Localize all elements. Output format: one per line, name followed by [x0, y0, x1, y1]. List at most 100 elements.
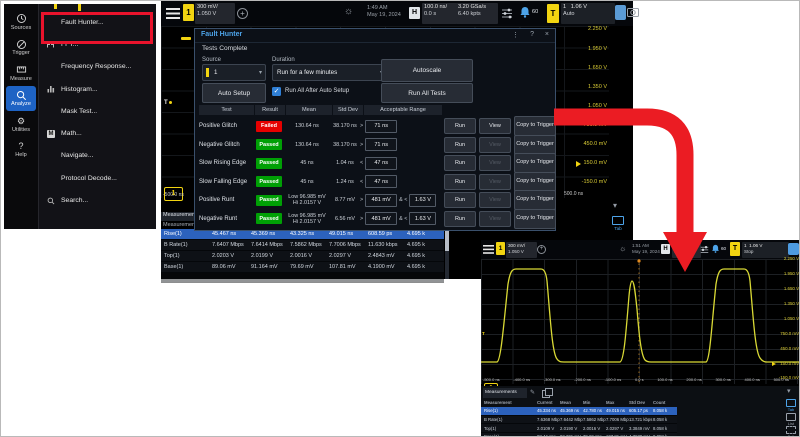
table-row[interactable]: Base(1)98.44 mV92.201 mV79.69 mV107.81 m… — [481, 433, 677, 437]
horizontal-settings[interactable]: 100.0 ns/0.0 s — [672, 242, 701, 258]
touchscreen-icon[interactable] — [615, 5, 626, 20]
measurement-column-header: Measurement — [163, 222, 194, 228]
view-button[interactable]: View — [479, 155, 511, 171]
autoscale-button[interactable]: Autoscale — [381, 59, 473, 82]
horizontal-settings[interactable]: 100.0 ns/0.0 s — [422, 3, 457, 24]
view-button[interactable]: View — [479, 192, 511, 208]
run-button[interactable]: Run — [444, 211, 476, 227]
table-scrollbar[interactable] — [445, 229, 449, 279]
menu-item-histogram[interactable]: Histogram... — [39, 78, 156, 100]
run-button[interactable]: Run — [444, 174, 476, 190]
menu-item-frequency-response[interactable]: Frequency Response... — [39, 56, 156, 78]
menu-item-mask-test[interactable]: Mask Test... — [39, 100, 156, 122]
run-button[interactable]: Run — [444, 137, 476, 153]
camera-icon[interactable] — [627, 7, 639, 17]
copy-to-trigger-button[interactable]: Copy to Trigger — [514, 135, 556, 155]
trigger-settings[interactable]: 1 1.06 VAuto — [561, 3, 615, 24]
channel-1-settings[interactable]: 300 mV/1.050 V — [195, 3, 235, 24]
range-value-input[interactable]: 1.63 V — [409, 212, 436, 225]
hamburger-menu-icon[interactable] — [166, 8, 180, 19]
copy-to-trigger-button[interactable]: Copy to Trigger — [514, 209, 556, 229]
tab-view-button[interactable]: Tab — [782, 399, 800, 412]
horizontal-badge[interactable]: H — [409, 7, 420, 19]
run-all-checkbox[interactable]: ✓ — [272, 87, 281, 96]
sliders-icon[interactable] — [501, 7, 513, 19]
pencil-icon[interactable]: ✎ — [530, 389, 535, 396]
dialog-title: Fault Hunter — [201, 31, 242, 38]
menu-item-protocol-decode[interactable]: Protocol Decode... — [39, 167, 156, 189]
add-channel-icon[interactable]: + — [537, 245, 546, 254]
full-view-button[interactable]: Full — [782, 426, 800, 437]
range-value-input[interactable]: 71 ns — [365, 138, 397, 151]
table-row[interactable]: B Rate(1)7.6368 Mbps7.6442 Mbps7.5862 Mb… — [481, 416, 677, 425]
scale-label: 450.0 mV — [763, 346, 799, 351]
sidebar-item-trigger[interactable]: Trigger — [6, 35, 36, 61]
sidebar-item-sources[interactable]: Sources — [6, 9, 36, 35]
dialog-help-icon[interactable]: ? — [530, 31, 534, 38]
sidebar-item-help[interactable]: ? Help — [6, 137, 36, 163]
range-value-input[interactable]: 71 ns — [365, 120, 397, 133]
view-button[interactable]: View — [479, 118, 511, 134]
more-options-icon[interactable]: ⋮ — [512, 31, 519, 39]
run-button[interactable]: Run — [444, 155, 476, 171]
source-select[interactable]: 1 ▾ — [202, 64, 266, 81]
view-button[interactable]: View — [479, 174, 511, 190]
measurements-tab[interactable]: Measurements — [483, 388, 527, 398]
table-row[interactable]: Top(1)2.0203 V2.0199 V2.0016 V2.0297 V2.… — [161, 251, 444, 262]
table-row[interactable]: Top(1)2.0109 V2.0190 V2.0016 V2.0297 V3.… — [481, 424, 677, 433]
add-channel-icon[interactable]: + — [237, 8, 248, 19]
table-row-partial[interactable] — [161, 273, 444, 283]
sidebar-item-measure[interactable]: Measure — [6, 60, 36, 86]
run-all-tests-button[interactable]: Run All Tests — [381, 83, 473, 103]
trigger-level-marker[interactable]: T — [482, 331, 485, 336]
meas-name: Top(1) — [481, 426, 537, 431]
table-row[interactable]: Base(1)89.06 mV91.164 mV79.69 mV107.81 m… — [161, 262, 444, 273]
copy-icon[interactable] — [542, 390, 550, 398]
bell-icon[interactable] — [711, 244, 720, 254]
range-value-input[interactable]: 1.63 V — [409, 194, 436, 207]
menu-item-navigate[interactable]: Navigate... — [39, 145, 156, 167]
view-button[interactable]: View — [479, 211, 511, 227]
copy-to-trigger-button[interactable]: Copy to Trigger — [514, 153, 556, 173]
acquisition-settings[interactable]: 3.20 GSa/s6.40 kpts — [456, 3, 498, 24]
range-value-input[interactable]: 481 mV — [365, 212, 397, 225]
scrollbar-thumb[interactable] — [445, 229, 449, 251]
measurements-tab[interactable]: Measurements — [161, 212, 196, 221]
view-button[interactable]: View — [479, 137, 511, 153]
checkbox-label: Run All After Auto Setup — [285, 88, 349, 94]
run-button[interactable]: Run — [444, 192, 476, 208]
auto-setup-button[interactable]: Auto Setup — [202, 83, 266, 103]
channel-1-badge[interactable]: 1 — [496, 242, 505, 255]
menu-item-math[interactable]: MMath... — [39, 122, 156, 144]
bell-icon[interactable] — [519, 6, 531, 19]
range-value-input[interactable]: 47 ns — [365, 157, 397, 170]
sidebar-item-utilities[interactable]: ⚙ Utilities — [6, 111, 36, 137]
copy-to-trigger-button[interactable]: Copy to Trigger — [514, 172, 556, 192]
range-value-input[interactable]: 481 mV — [365, 194, 397, 207]
trigger-badge[interactable]: T — [730, 242, 740, 256]
run-button[interactable]: Run — [444, 118, 476, 134]
brightness-icon[interactable]: ☼ — [344, 6, 353, 17]
sliders-icon[interactable] — [700, 245, 709, 254]
range-value-input[interactable]: 47 ns — [365, 175, 397, 188]
channel-1-settings[interactable]: 300 mV/1.050 V — [506, 242, 537, 258]
camera-icon[interactable] — [788, 243, 799, 255]
chevron-down-icon[interactable]: ▾ — [613, 201, 617, 210]
list-view-button[interactable]: List — [782, 413, 800, 426]
copy-to-trigger-button[interactable]: Copy to Trigger — [514, 116, 556, 136]
time-label: -500.0 ns — [483, 377, 500, 382]
brightness-icon[interactable]: ☼ — [619, 244, 626, 253]
sidebar-item-analyze[interactable]: Analyze — [6, 86, 36, 112]
table-row[interactable]: Rise(1)45.334 ns45.369 ns42.780 ns49.015… — [481, 407, 677, 416]
table-row[interactable]: B Rate(1)7.6407 Mbps7.6414 Mbps7.5862 Mb… — [161, 240, 444, 251]
chevron-down-icon[interactable]: ▾ — [787, 387, 791, 395]
hamburger-menu-icon[interactable] — [483, 245, 494, 254]
copy-to-trigger-button[interactable]: Copy to Trigger — [514, 190, 556, 210]
channel-1-badge[interactable]: 1 — [183, 4, 194, 21]
trigger-badge[interactable]: T — [547, 4, 559, 23]
menu-item-search[interactable]: Search... — [39, 189, 156, 211]
horizontal-badge[interactable]: H — [661, 244, 670, 254]
tab-view-button[interactable]: Tab — [609, 216, 627, 231]
duration-select[interactable]: Run for a few minutes ▾ — [272, 64, 387, 81]
close-icon[interactable]: × — [545, 31, 549, 38]
